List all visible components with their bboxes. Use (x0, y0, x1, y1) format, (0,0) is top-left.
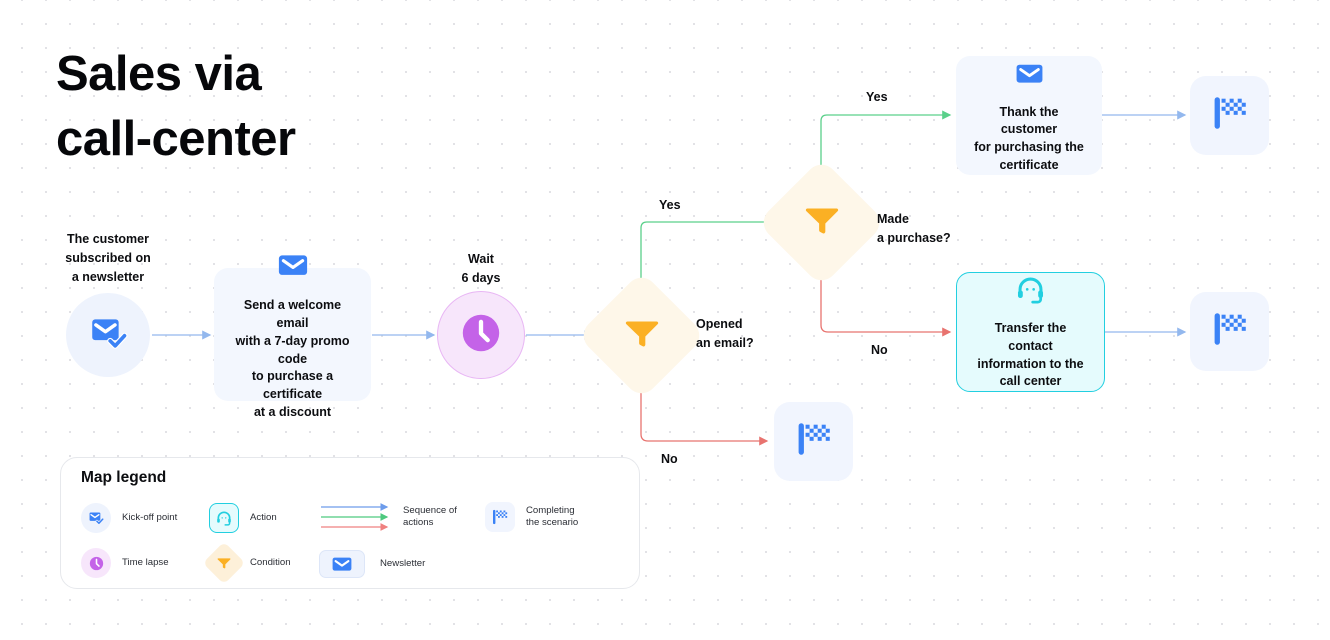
thank-customer-node[interactable]: Thank the customer for purchasing the ce… (956, 56, 1102, 175)
legend-title: Map legend (81, 469, 167, 486)
checkered-flag-icon (1208, 307, 1252, 356)
thank-customer-label: Thank the customer for purchasing the ce… (974, 104, 1084, 172)
condition-opened-email-caption: Opened an email? (696, 317, 754, 350)
edge-label-opened-no: No (661, 452, 678, 466)
funnel-icon (202, 541, 246, 585)
transfer-contact-node[interactable]: Transfer the contact information to the … (956, 272, 1105, 392)
condition-opened-email-node[interactable] (577, 271, 706, 400)
edge-opened-no (640, 381, 769, 446)
edge-label-opened-yes: Yes (659, 198, 681, 212)
headset-icon (209, 503, 239, 533)
wait-node[interactable] (437, 291, 525, 379)
legend-label-completing: Completing the scenario (526, 504, 579, 528)
edge-purchase-no (820, 268, 952, 337)
transfer-contact-label: Transfer the contact information to the … (977, 321, 1084, 389)
finish-node-mid[interactable] (1190, 292, 1269, 371)
funnel-icon (622, 313, 662, 358)
edge-label-purchase-no: No (871, 343, 888, 357)
legend-label-timelapse: Time lapse (122, 556, 169, 568)
welcome-email-label: Send a welcome email with a 7-day promo … (235, 298, 350, 419)
arrows-icon (319, 502, 411, 532)
headset-icon (1014, 273, 1047, 311)
legend-item-action: Action (209, 503, 277, 533)
start-node-caption: The customer subscribed on a newsletter (65, 232, 151, 284)
map-legend: Map legend Kick-off point Time lapse Act… (60, 457, 640, 589)
checkered-flag-icon (485, 502, 515, 532)
legend-label-sequence: Sequence of actions (403, 504, 457, 528)
legend-label-action: Action (250, 511, 277, 523)
finish-node-top[interactable] (1190, 76, 1269, 155)
legend-item-completing: Completing the scenario (485, 502, 578, 532)
condition-made-purchase-node[interactable] (757, 158, 886, 287)
envelope-icon (319, 550, 365, 578)
flowchart-canvas: Sales via call-center The customer subsc… (0, 0, 1330, 640)
welcome-email-node[interactable]: Send a welcome email with a 7-day promo … (214, 255, 371, 419)
page-title: Sales via call-center (56, 47, 296, 166)
legend-label-newsletter: Newsletter (380, 557, 426, 569)
legend-label-kickoff: Kick-off point (122, 511, 178, 523)
envelope-check-icon (86, 311, 130, 360)
legend-item-timelapse: Time lapse (81, 548, 169, 578)
funnel-icon (802, 200, 842, 245)
edge-label-purchase-yes: Yes (866, 90, 888, 104)
condition-made-purchase-caption: Made a purchase? (877, 212, 951, 245)
envelope-icon (1013, 57, 1046, 95)
checkered-flag-icon (1208, 91, 1252, 140)
clock-icon (81, 548, 111, 578)
envelope-check-icon (81, 503, 111, 533)
edge-purchase-yes (820, 110, 952, 177)
legend-item-condition: Condition (202, 541, 291, 585)
finish-node-bottom[interactable] (774, 402, 853, 481)
legend-label-condition: Condition (250, 556, 291, 568)
legend-item-kickoff: Kick-off point (81, 503, 177, 533)
start-node[interactable] (66, 293, 150, 377)
checkered-flag-icon (792, 417, 836, 466)
legend-item-newsletter: Newsletter (319, 550, 425, 578)
wait-node-caption: Wait 6 days (461, 252, 501, 285)
clock-icon (455, 307, 507, 364)
envelope-icon (275, 247, 311, 288)
legend-item-sequence: Sequence of actions (319, 502, 457, 532)
edge-opened-yes (640, 217, 776, 290)
